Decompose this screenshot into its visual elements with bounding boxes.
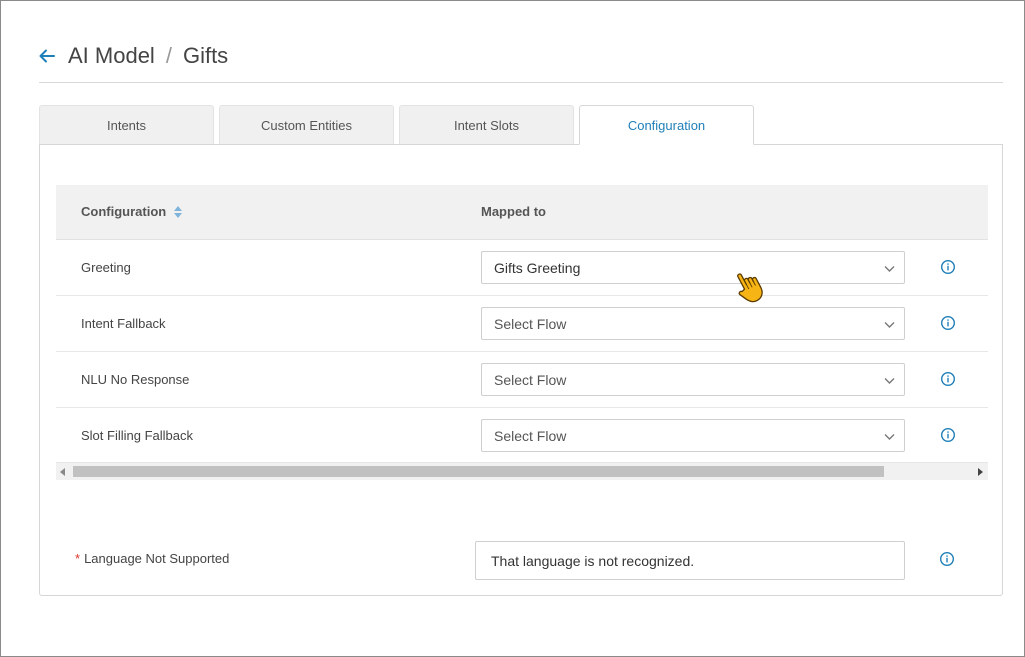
tab-intents[interactable]: Intents [39,105,214,144]
horizontal-scrollbar[interactable] [56,462,988,480]
scrollbar-thumb[interactable] [73,466,884,477]
chevron-down-icon [883,430,896,443]
language-not-supported-input[interactable] [475,541,905,580]
info-icon[interactable] [940,259,956,275]
nlu-no-response-flow-select[interactable]: Select Flow [481,363,905,396]
chevron-down-icon [883,318,896,331]
table-row: NLU No Response Select Flow [56,352,988,408]
row-label-greeting: Greeting [81,260,131,275]
tab-intent-slots[interactable]: Intent Slots [399,105,574,144]
column-header-configuration-label: Configuration [81,204,167,219]
breadcrumb-separator: / [165,43,172,68]
language-not-supported-label: * Language Not Supported [75,551,229,566]
header-divider [39,82,1003,83]
table-row: Greeting Gifts Greeting [56,240,988,296]
configuration-table: Configuration Mapped to Greeting Gifts G… [56,185,988,480]
tab-configuration[interactable]: Configuration [579,105,754,145]
sort-icon[interactable] [173,205,183,219]
table-row: Slot Filling Fallback Select Flow [56,408,988,463]
intent-fallback-flow-select[interactable]: Select Flow [481,307,905,340]
info-icon[interactable] [939,551,955,567]
greeting-flow-select[interactable]: Gifts Greeting [481,251,905,284]
scroll-right-icon[interactable] [977,468,983,476]
select-placeholder: Select Flow [494,316,567,332]
select-placeholder: Select Flow [494,372,567,388]
tab-custom-entities[interactable]: Custom Entities [219,105,394,144]
select-placeholder: Select Flow [494,428,567,444]
info-icon[interactable] [940,371,956,387]
breadcrumb: AI Model / Gifts [38,41,228,71]
language-label-text: Language Not Supported [84,551,230,566]
select-value: Gifts Greeting [494,260,581,276]
column-header-mapped-to: Mapped to [481,204,546,219]
table-header: Configuration Mapped to [56,185,988,240]
chevron-down-icon [883,374,896,387]
info-icon[interactable] [940,315,956,331]
slot-filling-fallback-flow-select[interactable]: Select Flow [481,419,905,452]
row-label-slot-filling-fallback: Slot Filling Fallback [81,428,193,443]
chevron-down-icon [883,262,896,275]
row-label-intent-fallback: Intent Fallback [81,316,166,331]
app-window: AI Model / Gifts Intents Custom Entities… [0,0,1025,657]
breadcrumb-parent[interactable]: AI Model [68,43,155,69]
arrow-left-icon[interactable] [38,47,56,65]
page-title: Gifts [182,43,229,68]
scroll-left-icon[interactable] [60,468,66,476]
table-row: Intent Fallback Select Flow [56,296,988,352]
row-label-nlu-no-response: NLU No Response [81,372,190,387]
configuration-panel: Configuration Mapped to Greeting Gifts G… [39,144,1003,596]
info-icon[interactable] [940,427,956,443]
required-marker: * [75,551,81,566]
column-header-configuration[interactable]: Configuration [81,204,183,219]
